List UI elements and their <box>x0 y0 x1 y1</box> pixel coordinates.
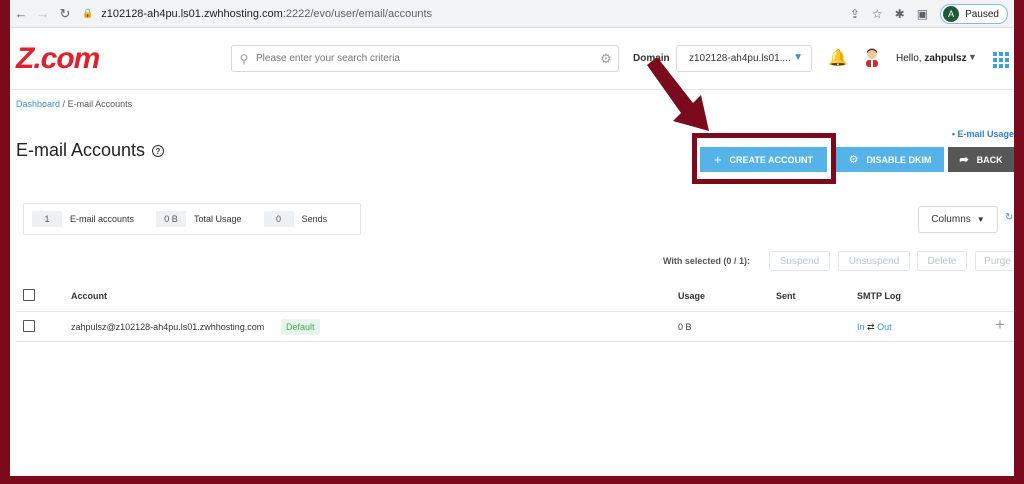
page-title: E-mail Accounts <box>16 140 146 160</box>
lock-icon: 🔒 <box>82 8 94 18</box>
profile-status: Paused <box>965 8 999 20</box>
user-menu-caret-icon[interactable]: ▼ <box>968 52 977 62</box>
stats-panel: 1 E-mail accounts 0 B Total Usage 0 Send… <box>23 203 361 235</box>
column-header-sent[interactable]: Sent <box>776 291 796 301</box>
disable-dkim-label: DISABLE DKIM <box>866 154 932 165</box>
purge-button[interactable]: Purge <box>975 251 1014 271</box>
search-icon: ⚲ <box>239 51 249 66</box>
user-avatar-icon[interactable] <box>863 47 881 67</box>
column-header-account[interactable]: Account <box>71 291 107 301</box>
profile-avatar: A <box>943 6 960 22</box>
settings-gear-icon[interactable]: ⚙ <box>594 51 618 67</box>
browser-toolbar: ← → ↻ 🔒 z102128-ah4pu.ls01.zwhhosting.co… <box>10 0 1014 28</box>
account-usage: 0 B <box>678 322 692 332</box>
disable-dkim-button[interactable]: ⚙ DISABLE DKIM <box>836 147 944 172</box>
columns-label: Columns <box>931 214 971 225</box>
share-icon[interactable]: ⇪ <box>850 7 860 21</box>
app-grid-icon[interactable] <box>993 52 1009 68</box>
chevron-down-icon: ▼ <box>976 215 985 224</box>
expand-row-plus-icon[interactable]: + <box>995 315 1005 335</box>
refresh-icon[interactable]: ↻ <box>1005 212 1013 223</box>
total-usage-value: 0 B <box>156 211 187 227</box>
sends-count: 0 <box>263 211 294 227</box>
window-frame: ← → ↻ 🔒 z102128-ah4pu.ls01.zwhhosting.co… <box>10 0 1014 476</box>
breadcrumb-separator: / <box>62 99 66 109</box>
reload-icon[interactable]: ↻ <box>54 6 76 22</box>
search-bar: ⚲ ⚙ <box>231 45 619 72</box>
suspend-button[interactable]: Suspend <box>769 251 830 271</box>
url-path: :2222/evo/user/email/accounts <box>282 7 433 20</box>
account-email[interactable]: zahpulsz@z102128-ah4pu.ls01.zwhhosting.c… <box>71 322 264 332</box>
profile-button[interactable]: A Paused <box>940 4 1008 24</box>
address-bar[interactable]: 🔒 z102128-ah4pu.ls01.zwhhosting.com:2222… <box>82 8 432 20</box>
selection-count: With selected (0 / 1): <box>663 256 750 266</box>
table-divider <box>16 341 1014 342</box>
brand-logo[interactable]: Z.com <box>16 42 100 76</box>
row-checkbox[interactable] <box>23 320 35 332</box>
accounts-count: 1 <box>32 211 62 227</box>
email-usage-link[interactable]: • E-mail Usage <box>952 129 1014 139</box>
unsuspend-button[interactable]: Unsuspend <box>838 251 910 271</box>
notification-bell-icon[interactable]: 🔔 <box>828 48 848 68</box>
username: zahpulsz <box>924 53 967 64</box>
gear-icon: ⚙ <box>848 154 859 166</box>
table-divider <box>16 311 1014 312</box>
breadcrumb: Dashboard / E-mail Accounts <box>16 99 132 109</box>
highlight-box <box>692 133 836 184</box>
back-button[interactable]: ➦ BACK <box>948 147 1014 172</box>
sends-label: Sends <box>301 214 328 224</box>
chevron-down-icon: ▼ <box>793 52 803 63</box>
swap-icon: ⇄ <box>867 322 875 332</box>
url-host: z102128-ah4pu.ls01.zwhhosting.com <box>101 7 283 20</box>
extensions-icon[interactable]: ✱ <box>895 7 905 21</box>
app-header: Z.com ⚲ ⚙ Domain z102128-ah4pu.ls01.... … <box>10 28 1014 90</box>
user-greeting[interactable]: Hello, zahpulsz <box>896 53 967 64</box>
breadcrumb-dashboard[interactable]: Dashboard <box>16 99 60 109</box>
back-label: BACK <box>976 154 1003 165</box>
help-icon[interactable]: ? <box>152 145 164 157</box>
default-badge: Default <box>281 319 320 335</box>
total-usage-label: Total Usage <box>194 214 242 224</box>
columns-dropdown[interactable]: Columns ▼ <box>918 206 998 233</box>
annotation-arrow-icon <box>647 57 709 131</box>
star-icon[interactable]: ☆ <box>872 7 883 21</box>
search-input[interactable] <box>256 53 594 64</box>
greeting-text: Hello, <box>896 53 922 64</box>
accounts-label: E-mail accounts <box>70 214 135 224</box>
delete-button[interactable]: Delete <box>917 251 967 271</box>
forward-arrow-icon[interactable]: → <box>32 6 54 21</box>
breadcrumb-current: E-mail Accounts <box>67 99 133 109</box>
column-header-smtp-log[interactable]: SMTP Log <box>857 291 901 301</box>
back-arrow-icon[interactable]: ← <box>10 6 32 21</box>
smtp-log-links: In ⇄ Out <box>857 322 892 333</box>
share-arrow-icon: ➦ <box>959 154 969 166</box>
smtp-in-link[interactable]: In <box>857 322 865 332</box>
column-header-usage[interactable]: Usage <box>678 291 705 301</box>
select-all-checkbox[interactable] <box>23 289 35 301</box>
sidebar-icon[interactable]: ▣ <box>917 7 928 21</box>
smtp-out-link[interactable]: Out <box>877 322 892 332</box>
